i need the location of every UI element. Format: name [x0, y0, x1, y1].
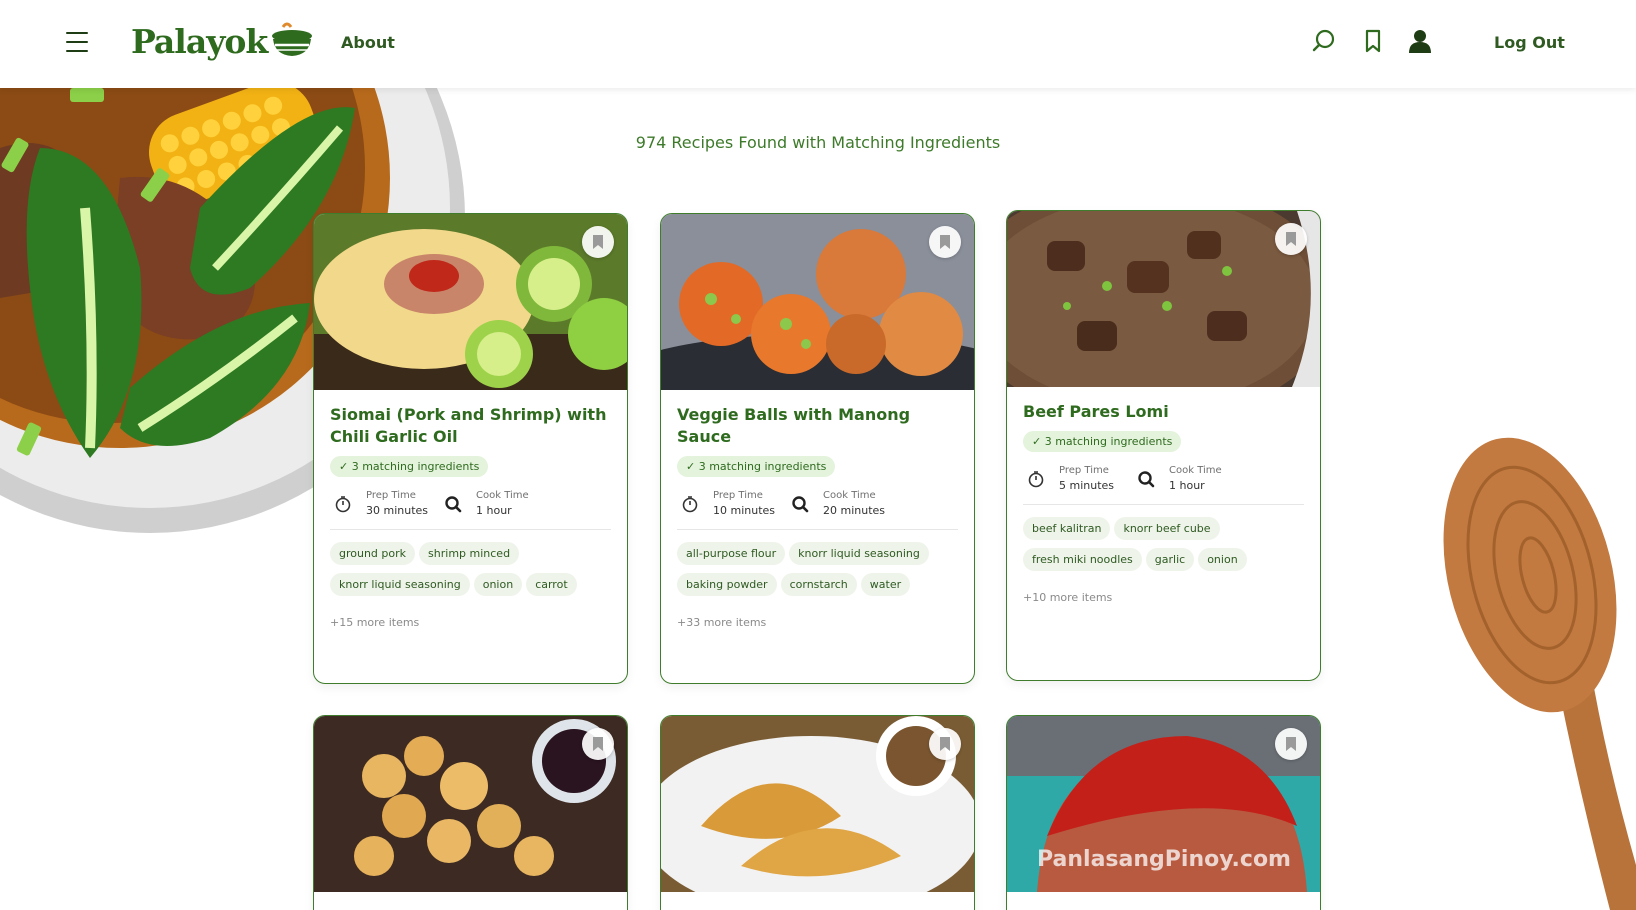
- prep-time-label: Prep Time: [713, 490, 763, 501]
- recipe-image: [1007, 211, 1320, 387]
- stopwatch-icon: [1028, 471, 1044, 488]
- matching-ingredients-badge: ✓ 3 matching ingredients: [1023, 431, 1182, 452]
- ingredient-chip: carrot: [526, 573, 577, 596]
- bookmark-icon: [940, 737, 950, 751]
- ingredient-chip: all-purpose flour: [677, 542, 786, 565]
- recipe-image: [314, 214, 627, 390]
- ingredient-chip: fresh miki noodles: [1023, 548, 1142, 571]
- matching-ingredients-badge: ✓ 3 matching ingredients: [330, 456, 489, 477]
- ingredient-chips: beef kalitran knorr beef cube fresh miki …: [1023, 517, 1304, 579]
- bookmark-icon[interactable]: [1360, 28, 1386, 54]
- prep-time-value: 30 minutes: [366, 504, 429, 517]
- prep-time-label: Prep Time: [1059, 465, 1109, 476]
- top-navbar: Palayok About Log Out: [0, 0, 1636, 88]
- bookmark-recipe-button[interactable]: [929, 728, 961, 760]
- recipe-title[interactable]: Veggie Balls with Manong Sauce: [677, 404, 958, 448]
- bookmark-icon: [1286, 737, 1296, 751]
- cook-time-icon: [792, 496, 809, 513]
- cook-time-icon: [1138, 471, 1155, 488]
- ingredient-chips: all-purpose flour knorr liquid seasoning …: [677, 542, 958, 604]
- bookmark-icon: [940, 235, 950, 249]
- recipe-card[interactable]: Siomai (Pork and Shrimp) with Chili Garl…: [313, 213, 628, 684]
- prep-time-label: Prep Time: [366, 490, 416, 501]
- ingredient-chip: knorr liquid seasoning: [789, 542, 929, 565]
- bookmark-recipe-button[interactable]: [1275, 223, 1307, 255]
- menu-icon[interactable]: [66, 32, 88, 52]
- ingredient-chip: shrimp minced: [419, 542, 520, 565]
- logo-text: Palayok: [131, 21, 268, 61]
- prep-time-value: 5 minutes: [1059, 479, 1115, 492]
- cook-time-label: Cook Time: [1169, 465, 1222, 476]
- ingredient-chip: water: [860, 573, 911, 596]
- ingredient-chip: knorr beef cube: [1114, 517, 1220, 540]
- nav-about-link[interactable]: About: [341, 33, 395, 52]
- bookmark-recipe-button[interactable]: [929, 226, 961, 258]
- recipe-image: PanlasangPinoy.com: [1007, 716, 1320, 892]
- recipe-title[interactable]: Beef Pares Lomi: [1023, 401, 1304, 423]
- wooden-spoon-illustration: [1443, 437, 1636, 910]
- recipe-card[interactable]: Veggie Balls with Manong Sauce ✓ 3 match…: [660, 213, 975, 684]
- prep-time-value: 10 minutes: [713, 504, 776, 517]
- matching-ingredients-badge: ✓ 3 matching ingredients: [677, 456, 836, 477]
- ingredient-chip: ground pork: [330, 542, 416, 565]
- more-items-count: +10 more items: [1023, 591, 1113, 604]
- image-watermark: PanlasangPinoy.com: [1037, 847, 1291, 872]
- ingredient-chip: onion: [1198, 548, 1247, 571]
- pot-logo-icon: [272, 22, 313, 56]
- cook-time-icon: [445, 496, 462, 513]
- cook-time-value: 1 hour: [1169, 479, 1205, 492]
- ingredient-chip: knorr liquid seasoning: [330, 573, 470, 596]
- recipe-image: [661, 214, 974, 390]
- stopwatch-icon: [682, 496, 698, 513]
- bookmark-recipe-button[interactable]: [582, 226, 614, 258]
- recipe-title[interactable]: Siomai (Pork and Shrimp) with Chili Garl…: [330, 404, 611, 448]
- ingredient-chips: ground pork shrimp minced knorr liquid se…: [330, 542, 611, 604]
- bookmark-icon: [593, 235, 603, 249]
- ingredient-chip: cornstarch: [780, 573, 857, 596]
- cook-time-label: Cook Time: [476, 490, 529, 501]
- logo[interactable]: Palayok: [131, 18, 315, 64]
- bookmark-recipe-button[interactable]: [1275, 728, 1307, 760]
- recipe-times: Prep Time 30 minutes Cook Time 1 hour: [330, 489, 611, 530]
- recipe-times: Prep Time 10 minutes Cook Time 20 minute…: [677, 489, 958, 530]
- recipe-card[interactable]: Beef Pares Lomi ✓ 3 matching ingredients…: [1006, 210, 1321, 681]
- ingredient-chip: onion: [473, 573, 523, 596]
- recipe-times: Prep Time 5 minutes Cook Time 1 hour: [1023, 464, 1304, 505]
- bookmark-icon: [1286, 232, 1296, 246]
- cook-time-label: Cook Time: [823, 490, 876, 501]
- recipe-image: [661, 716, 974, 892]
- ingredient-chip: garlic: [1145, 548, 1195, 571]
- recipe-card[interactable]: PanlasangPinoy.com: [1006, 715, 1321, 910]
- results-count: 974 Recipes Found with Matching Ingredie…: [635, 133, 1001, 152]
- recipe-card[interactable]: [313, 715, 628, 910]
- search-icon[interactable]: [1311, 28, 1337, 54]
- user-icon[interactable]: [1407, 28, 1433, 54]
- recipe-card[interactable]: [660, 715, 975, 910]
- stopwatch-icon: [335, 496, 351, 513]
- ingredient-chip: beef kalitran: [1023, 517, 1111, 540]
- cook-time-value: 20 minutes: [823, 504, 886, 517]
- ingredient-chip: baking powder: [677, 573, 777, 596]
- cook-time-value: 1 hour: [476, 504, 512, 517]
- more-items-count: +33 more items: [677, 616, 767, 629]
- bookmark-icon: [593, 737, 603, 751]
- recipe-image: [314, 716, 627, 892]
- bookmark-recipe-button[interactable]: [582, 728, 614, 760]
- logout-button[interactable]: Log Out: [1494, 33, 1565, 52]
- more-items-count: +15 more items: [330, 616, 420, 629]
